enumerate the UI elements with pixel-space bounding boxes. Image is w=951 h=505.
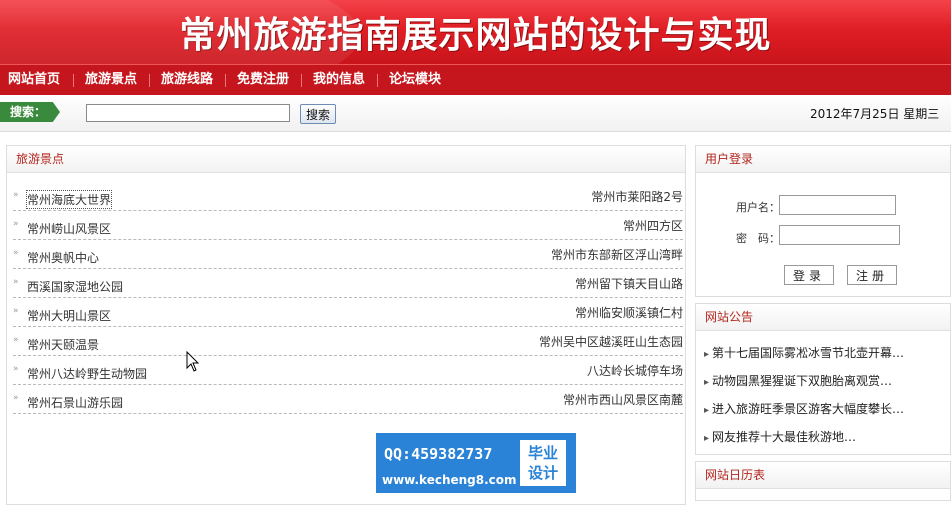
- notice-text[interactable]: 动物园黑猩猩诞下双胞胎离观赏…: [712, 374, 892, 388]
- search-label: 搜索：: [0, 102, 60, 122]
- login-button[interactable]: 登录: [784, 265, 834, 285]
- spot-row[interactable]: » 常州石景山游乐园 常州市西山风景区南麓: [13, 385, 683, 414]
- nav-my-info[interactable]: 我的信息: [313, 65, 365, 95]
- double-chevron-icon: »: [13, 306, 19, 316]
- watermark-qq: QQ:459382737: [384, 445, 493, 463]
- arrow-right-icon: ▸: [704, 377, 710, 388]
- password-input[interactable]: [779, 225, 900, 245]
- notice-item[interactable]: ▸ 网友推荐十大最佳秋游地…: [704, 428, 944, 445]
- notice-text[interactable]: 网友推荐十大最佳秋游地…: [712, 430, 856, 444]
- nav-spots[interactable]: 旅游景点: [85, 65, 137, 95]
- watermark-url: www.kecheng8.com: [382, 473, 517, 487]
- nav-forum[interactable]: 论坛模块: [389, 65, 441, 95]
- double-chevron-icon: »: [13, 277, 19, 287]
- spot-address: 常州留下镇天目山路: [574, 277, 683, 291]
- spot-address: 常州市莱阳路2号: [591, 190, 683, 204]
- site-title: 常州旅游指南展示网站的设计与实现: [179, 14, 772, 56]
- spot-row[interactable]: » 常州八达岭野生动物园 八达岭长城停车场: [13, 356, 683, 385]
- spot-name[interactable]: 常州海底大世界: [26, 190, 113, 209]
- spot-address: 常州市西山风景区南麓: [562, 393, 683, 407]
- nav-register[interactable]: 免费注册: [237, 65, 289, 95]
- username-input[interactable]: [779, 195, 896, 215]
- login-panel: 用户登录 用户名： 密 码： 登录 注册: [695, 145, 951, 297]
- notice-item[interactable]: ▸ 动物园黑猩猩诞下双胞胎离观赏…: [704, 372, 944, 389]
- spot-row[interactable]: » 常州奥帆中心 常州市东部新区浮山湾畔: [13, 240, 683, 269]
- arrow-right-icon: ▸: [704, 405, 710, 416]
- double-chevron-icon: »: [13, 335, 19, 345]
- nav-divider: [377, 74, 378, 87]
- spot-address: 常州临安顺溪镇仁村: [574, 306, 683, 320]
- spot-name[interactable]: 常州天颐温景: [27, 336, 99, 353]
- spot-address: 常州市东部新区浮山湾畔: [550, 248, 683, 262]
- nav-divider: [73, 74, 74, 87]
- register-button[interactable]: 注册: [847, 265, 897, 285]
- search-input[interactable]: [86, 104, 290, 122]
- spot-address: 八达岭长城停车场: [586, 364, 683, 378]
- double-chevron-icon: »: [13, 364, 19, 374]
- nav-home[interactable]: 网站首页: [8, 65, 60, 95]
- login-panel-title: 用户登录: [696, 146, 950, 173]
- spot-row[interactable]: » 常州大明山景区 常州临安顺溪镇仁村: [13, 298, 683, 327]
- notices-panel: 网站公告 ▸ 第十七届国际雾凇冰雪节北壶开幕… ▸ 动物园黑猩猩诞下双胞胎离观赏… …: [695, 303, 951, 455]
- double-chevron-icon: »: [13, 393, 19, 403]
- notice-text[interactable]: 进入旅游旺季景区游客大幅度攀长…: [712, 402, 904, 416]
- spot-name[interactable]: 常州崂山风景区: [27, 220, 111, 237]
- nav-routes[interactable]: 旅游线路: [161, 65, 213, 95]
- spot-name[interactable]: 常州八达岭野生动物园: [27, 365, 147, 382]
- spot-row[interactable]: » 常州崂山风景区 常州四方区: [13, 211, 683, 240]
- double-chevron-icon: »: [13, 219, 19, 229]
- arrow-right-icon: ▸: [704, 349, 710, 360]
- double-chevron-icon: »: [13, 190, 19, 200]
- notice-text[interactable]: 第十七届国际雾凇冰雪节北壶开幕…: [712, 346, 904, 360]
- spot-row[interactable]: » 常州海底大世界 常州市莱阳路2号: [13, 182, 683, 211]
- double-chevron-icon: »: [13, 248, 19, 258]
- spots-panel-title: 旅游景点: [7, 146, 685, 173]
- watermark-badge-line1: 毕业: [527, 444, 558, 462]
- watermark-banner: QQ:459382737 www.kecheng8.com 毕业 设计: [376, 433, 576, 493]
- header-banner: 常州旅游指南展示网站的设计与实现: [0, 0, 951, 64]
- notice-item[interactable]: ▸ 进入旅游旺季景区游客大幅度攀长…: [704, 400, 944, 417]
- calendar-panel-title: 网站日历表: [696, 462, 950, 489]
- notices-panel-title: 网站公告: [696, 304, 950, 331]
- spot-row[interactable]: » 西溪国家湿地公园 常州留下镇天目山路: [13, 269, 683, 298]
- search-button[interactable]: 搜索: [300, 104, 336, 124]
- spot-address: 常州吴中区越溪旺山生态园: [538, 335, 683, 349]
- current-date: 2012年7月25日 星期三: [810, 107, 940, 121]
- spots-panel: 旅游景点 » 常州海底大世界 常州市莱阳路2号 » 常州崂山风景区 常州四方区 …: [6, 145, 686, 505]
- nav-divider: [301, 74, 302, 87]
- notice-item[interactable]: ▸ 第十七届国际雾凇冰雪节北壶开幕…: [704, 344, 944, 361]
- calendar-panel: 网站日历表: [695, 461, 951, 501]
- nav-divider: [225, 74, 226, 87]
- main-nav: 网站首页 旅游景点 旅游线路 免费注册 我的信息 论坛模块: [0, 64, 951, 95]
- username-label: 用户名：: [736, 201, 780, 214]
- nav-divider: [149, 74, 150, 87]
- spot-row[interactable]: » 常州天颐温景 常州吴中区越溪旺山生态园: [13, 327, 683, 356]
- spot-name[interactable]: 常州大明山景区: [27, 307, 111, 324]
- watermark-badge-line2: 设计: [527, 464, 558, 482]
- search-bar: 搜索： 搜索 2012年7月25日 星期三: [0, 95, 951, 132]
- password-label: 密 码：: [736, 232, 780, 245]
- spot-name[interactable]: 常州奥帆中心: [27, 249, 99, 266]
- arrow-right-icon: ▸: [704, 433, 710, 444]
- spot-address: 常州四方区: [622, 219, 683, 233]
- spot-name[interactable]: 西溪国家湿地公园: [27, 278, 123, 295]
- spot-name[interactable]: 常州石景山游乐园: [27, 394, 123, 411]
- watermark-badge: 毕业 设计: [520, 440, 566, 486]
- mouse-cursor-icon: [186, 351, 200, 372]
